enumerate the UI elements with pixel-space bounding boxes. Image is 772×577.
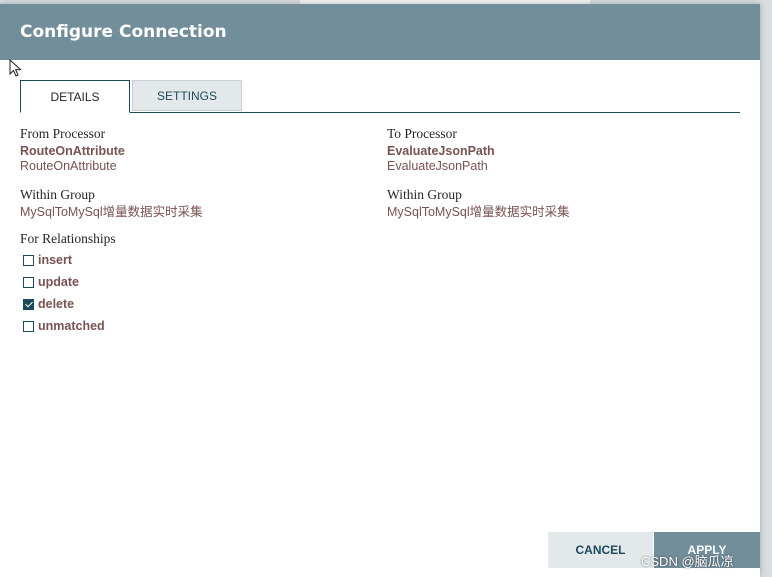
relationships-heading: For Relationships (20, 231, 116, 246)
relationship-label: unmatched (38, 319, 105, 333)
checkbox-delete-checked[interactable] (23, 298, 34, 310)
to-group-heading: Within Group (387, 187, 462, 202)
tab-bar: DETAILS SETTINGS (20, 80, 740, 113)
to-processor-type: EvaluateJsonPath (387, 159, 488, 173)
watermark-text: CSDN @脑瓜凉 (641, 554, 734, 569)
relationship-update[interactable]: update (23, 271, 116, 293)
checkbox-insert[interactable] (23, 254, 34, 266)
from-processor-type: RouteOnAttribute (20, 159, 117, 173)
to-processor-section: To Processor EvaluateJsonPath EvaluateJs… (387, 126, 570, 220)
from-processor-heading: From Processor (20, 126, 106, 141)
from-processor-section: From Processor RouteOnAttribute RouteOnA… (20, 126, 203, 220)
to-processor-heading: To Processor (387, 126, 457, 141)
from-processor-name: RouteOnAttribute (20, 144, 125, 158)
relationships-section: For Relationships insert update delete u… (20, 231, 116, 337)
checkbox-unmatched[interactable] (23, 320, 34, 332)
dialog-title: Configure Connection (20, 22, 227, 42)
dialog-header: Configure Connection (0, 4, 760, 60)
relationship-label: delete (38, 297, 75, 311)
mouse-pointer-icon (9, 59, 22, 77)
checkbox-update[interactable] (23, 276, 34, 288)
to-processor-name: EvaluateJsonPath (387, 144, 495, 158)
configure-connection-dialog: Configure Connection DETAILS SETTINGS Fr… (0, 4, 760, 577)
from-group-name: MySqlToMySql增量数据实时采集 (20, 205, 203, 219)
tab-settings[interactable]: SETTINGS (132, 80, 242, 111)
relationship-label: update (38, 275, 79, 289)
tab-details[interactable]: DETAILS (20, 80, 130, 113)
relationship-unmatched[interactable]: unmatched (23, 315, 116, 337)
relationship-delete[interactable]: delete (23, 293, 116, 315)
relationship-label: insert (38, 253, 73, 267)
relationship-insert[interactable]: insert (23, 249, 116, 271)
to-group-name: MySqlToMySql增量数据实时采集 (387, 205, 570, 219)
cancel-button[interactable]: CANCEL (548, 532, 653, 568)
from-group-heading: Within Group (20, 187, 95, 202)
